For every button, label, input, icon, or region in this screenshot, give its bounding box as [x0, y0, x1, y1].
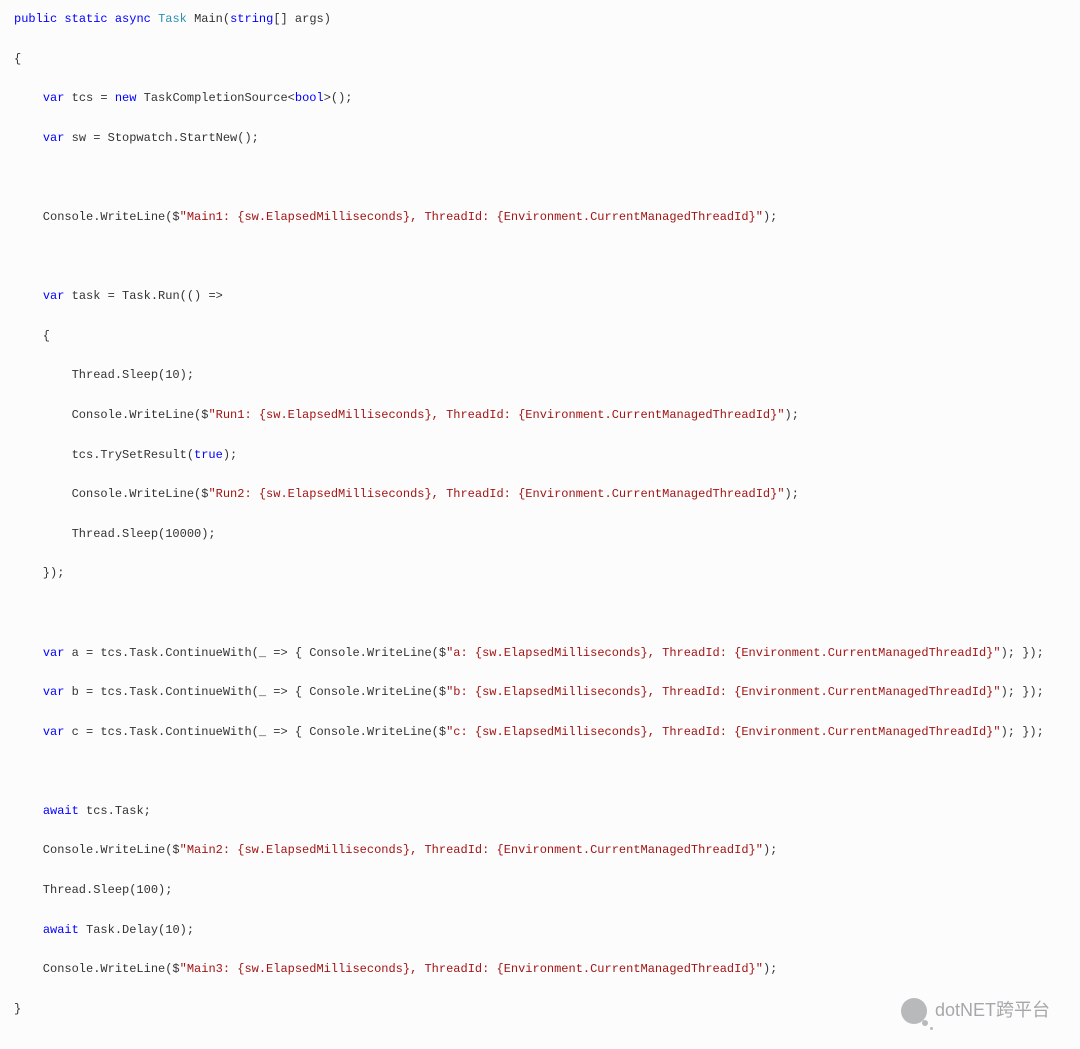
keyword: public — [14, 12, 57, 26]
keyword: var — [43, 289, 65, 303]
keyword: string — [230, 12, 273, 26]
keyword: await — [43, 923, 79, 937]
watermark: dotNET跨平台 — [901, 996, 1050, 1026]
code-text: a = tcs.Task.ContinueWith(_ => { Console… — [64, 646, 446, 660]
string: "Run2: {sw.ElapsedMilliseconds}, ThreadI… — [208, 487, 784, 501]
code-text: Console.WriteLine($ — [14, 843, 180, 857]
code-text: Task.Delay(10); — [79, 923, 194, 937]
keyword: async — [115, 12, 151, 26]
code-block: public static async Task Main(string[] a… — [14, 10, 1066, 1039]
code-text: ); — [785, 487, 799, 501]
code-text: Main( — [187, 12, 230, 26]
wechat-icon — [901, 998, 927, 1024]
code-text: ); }); — [1001, 646, 1044, 660]
code-text: { — [14, 50, 1066, 70]
keyword: var — [43, 685, 65, 699]
keyword: new — [115, 91, 137, 105]
code-text: tcs.Task; — [79, 804, 151, 818]
code-text: sw = Stopwatch.StartNew(); — [64, 131, 258, 145]
code-text: Console.WriteLine($ — [14, 487, 208, 501]
code-text: Thread.Sleep(100); — [14, 881, 1066, 901]
string: "Main2: {sw.ElapsedMilliseconds}, Thread… — [180, 843, 763, 857]
code-text: b = tcs.Task.ContinueWith(_ => { Console… — [64, 685, 446, 699]
code-text: ); — [763, 843, 777, 857]
code-text: Console.WriteLine($ — [14, 962, 180, 976]
string: "Run1: {sw.ElapsedMilliseconds}, ThreadI… — [208, 408, 784, 422]
code-text: Console.WriteLine($ — [14, 210, 180, 224]
code-text: [] args) — [273, 12, 331, 26]
string: "Main3: {sw.ElapsedMilliseconds}, Thread… — [180, 962, 763, 976]
code-text: }); — [14, 564, 1066, 584]
code-text: tcs = — [64, 91, 114, 105]
code-text: ); — [763, 962, 777, 976]
code-text: >(); — [324, 91, 353, 105]
code-text: ); — [785, 408, 799, 422]
type: Task — [158, 12, 187, 26]
keyword: await — [43, 804, 79, 818]
code-text: ); — [763, 210, 777, 224]
code-text: tcs.TrySetResult( — [14, 448, 194, 462]
string: "b: {sw.ElapsedMilliseconds}, ThreadId: … — [446, 685, 1001, 699]
code-text: ); }); — [1001, 685, 1044, 699]
keyword: var — [43, 725, 65, 739]
code-text: { — [14, 327, 1066, 347]
code-text: Thread.Sleep(10); — [14, 366, 1066, 386]
keyword: var — [43, 91, 65, 105]
code-text: TaskCompletionSource< — [136, 91, 294, 105]
code-text: task = Task.Run(() => — [64, 289, 222, 303]
code-text: ); }); — [1001, 725, 1044, 739]
code-text: c = tcs.Task.ContinueWith(_ => { Console… — [64, 725, 446, 739]
keyword: true — [194, 448, 223, 462]
keyword: static — [64, 12, 107, 26]
keyword: bool — [295, 91, 324, 105]
code-text: ); — [223, 448, 237, 462]
watermark-text: dotNET跨平台 — [935, 996, 1050, 1026]
code-text: Console.WriteLine($ — [14, 408, 208, 422]
keyword: var — [43, 646, 65, 660]
keyword: var — [43, 131, 65, 145]
code-text: Thread.Sleep(10000); — [14, 525, 1066, 545]
string: "c: {sw.ElapsedMilliseconds}, ThreadId: … — [446, 725, 1001, 739]
string: "Main1: {sw.ElapsedMilliseconds}, Thread… — [180, 210, 763, 224]
string: "a: {sw.ElapsedMilliseconds}, ThreadId: … — [446, 646, 1001, 660]
